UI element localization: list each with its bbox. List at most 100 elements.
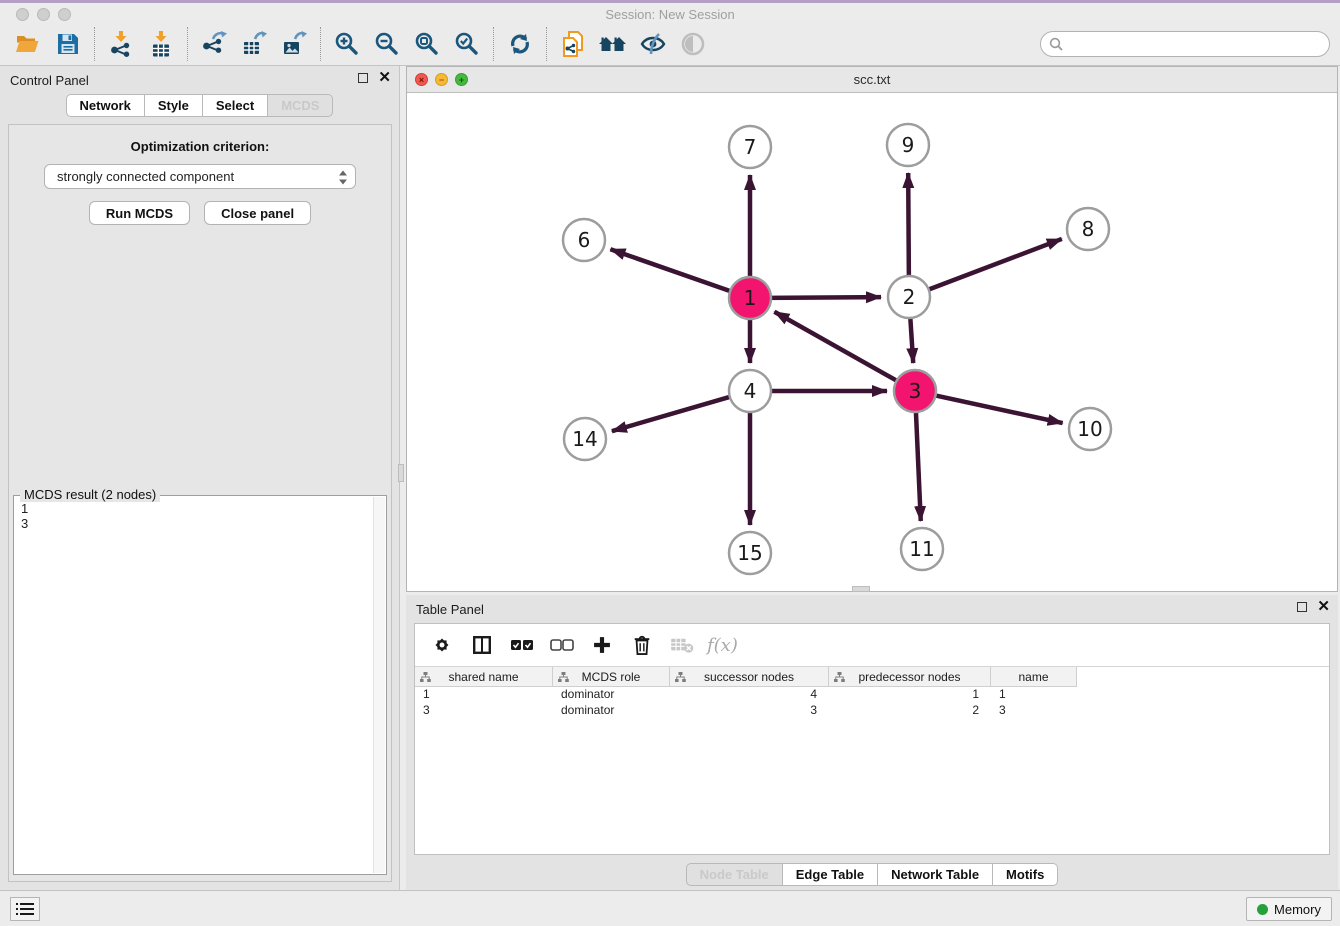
graph-node-7[interactable]: 7 — [729, 126, 771, 168]
graph-node-10[interactable]: 10 — [1069, 408, 1111, 450]
function-builder-icon[interactable]: f(x) — [707, 635, 738, 656]
tab-network[interactable]: Network — [66, 94, 145, 117]
delete-table-button[interactable] — [667, 630, 697, 660]
export-image-button[interactable] — [274, 26, 314, 62]
graph-edge-1-2[interactable] — [769, 297, 881, 298]
graph-edge-3-10[interactable] — [934, 395, 1063, 423]
network-window-titlebar: × − + scc.txt — [407, 67, 1337, 93]
graph-node-9[interactable]: 9 — [887, 124, 929, 166]
dropdown-selected-value: strongly connected component — [57, 169, 234, 184]
show-graphics-details-button[interactable] — [673, 26, 713, 62]
svg-text:7: 7 — [744, 135, 757, 159]
eye-slash-icon — [639, 32, 667, 56]
tree-icon — [675, 672, 686, 683]
task-history-button[interactable] — [10, 897, 40, 921]
table-cell: 3 — [415, 703, 553, 719]
run-mcds-button[interactable]: Run MCDS — [89, 201, 190, 225]
column-header-name[interactable]: name — [991, 667, 1077, 687]
table-panel-title: Table Panel — [416, 602, 484, 617]
eye-disabled-icon — [680, 31, 706, 57]
tab-node-table[interactable]: Node Table — [686, 863, 783, 886]
graph-edge-3-1[interactable] — [774, 312, 898, 382]
trash-icon — [632, 634, 652, 656]
graph-edge-2-8[interactable] — [927, 239, 1062, 290]
apply-layout-button[interactable] — [500, 26, 540, 62]
column-header-predecessor-nodes[interactable]: predecessor nodes — [829, 667, 991, 687]
dropdown-stepper-icon — [338, 170, 348, 185]
table-cell: 3 — [991, 703, 1077, 719]
zoom-out-button[interactable] — [367, 26, 407, 62]
graph-edge-3-11[interactable] — [916, 410, 921, 521]
vertical-splitter-grip[interactable] — [398, 464, 404, 482]
import-table-button[interactable] — [141, 26, 181, 62]
float-table-panel-icon[interactable] — [1297, 602, 1307, 612]
show-columns-button[interactable] — [467, 630, 497, 660]
result-scrollbar[interactable] — [373, 497, 385, 873]
import-network-button[interactable] — [101, 26, 141, 62]
close-panel-button[interactable]: Close panel — [204, 201, 311, 225]
graph-node-15[interactable]: 15 — [729, 532, 771, 574]
svg-text:6: 6 — [578, 228, 591, 252]
zoom-selected-button[interactable] — [447, 26, 487, 62]
control-panel-tabs: Network Style Select MCDS — [0, 94, 399, 117]
graph-node-11[interactable]: 11 — [901, 528, 943, 570]
table-row[interactable]: 1dominator411 — [415, 687, 1329, 703]
search-box — [1040, 31, 1330, 57]
deselect-all-button[interactable] — [547, 630, 577, 660]
export-network-button[interactable] — [194, 26, 234, 62]
network-canvas[interactable]: 1 2 3 4 6 7 8 9 10 11 14 15 — [407, 93, 1337, 591]
graph-node-14[interactable]: 14 — [564, 418, 606, 460]
graph-edge-2-9[interactable] — [908, 173, 909, 278]
network-graph: 1 2 3 4 6 7 8 9 10 11 14 15 — [407, 93, 1337, 591]
export-table-button[interactable] — [234, 26, 274, 62]
memory-status-button[interactable]: Memory — [1246, 897, 1332, 921]
first-neighbors-button[interactable] — [593, 26, 633, 62]
tab-motifs[interactable]: Motifs — [993, 863, 1058, 886]
toolbar-separator — [94, 27, 95, 61]
tab-edge-table[interactable]: Edge Table — [783, 863, 878, 886]
window-title: Session: New Session — [0, 7, 1340, 22]
save-session-button[interactable] — [48, 26, 88, 62]
tab-mcds[interactable]: MCDS — [268, 94, 333, 117]
close-panel-icon[interactable]: ✕ — [378, 73, 391, 83]
window-titlebar: Session: New Session — [0, 0, 1340, 22]
close-table-panel-icon[interactable]: ✕ — [1317, 602, 1330, 612]
graph-node-8[interactable]: 8 — [1067, 208, 1109, 250]
hide-graphics-details-button[interactable] — [633, 26, 673, 62]
gear-icon — [431, 634, 453, 656]
columns-icon — [471, 634, 493, 656]
open-file-button[interactable] — [8, 26, 48, 62]
houses-icon — [598, 32, 628, 56]
toolbar-separator — [546, 27, 547, 61]
import-table-icon — [148, 31, 174, 57]
select-all-button[interactable] — [507, 630, 537, 660]
optimization-criterion-select[interactable]: strongly connected component — [44, 164, 356, 189]
graph-node-6[interactable]: 6 — [563, 219, 605, 261]
tab-select[interactable]: Select — [203, 94, 268, 117]
column-header-shared-name[interactable]: shared name — [415, 667, 553, 687]
search-input[interactable] — [1040, 31, 1330, 57]
table-settings-button[interactable] — [427, 630, 457, 660]
optimization-criterion-label: Optimization criterion: — [9, 139, 391, 154]
tab-network-table[interactable]: Network Table — [878, 863, 993, 886]
svg-text:9: 9 — [902, 133, 915, 157]
graph-node-2[interactable]: 2 — [888, 276, 930, 318]
duplicate-network-button[interactable] — [553, 26, 593, 62]
graph-node-1[interactable]: 1 — [729, 277, 771, 319]
graph-edge-2-3[interactable] — [910, 316, 913, 363]
tab-style[interactable]: Style — [145, 94, 203, 117]
column-header-successor-nodes[interactable]: successor nodes — [670, 667, 829, 687]
graph-node-4[interactable]: 4 — [729, 370, 771, 412]
control-panel-title: Control Panel — [10, 73, 89, 88]
graph-node-3[interactable]: 3 — [894, 370, 936, 412]
zoom-fit-button[interactable] — [407, 26, 447, 62]
float-panel-icon[interactable] — [358, 73, 368, 83]
column-header-mcds-role[interactable]: MCDS role — [553, 667, 670, 687]
table-row[interactable]: 3dominator323 — [415, 703, 1329, 719]
zoom-in-button[interactable] — [327, 26, 367, 62]
horizontal-splitter-grip[interactable] — [852, 586, 870, 592]
graph-edge-1-6[interactable] — [610, 249, 732, 291]
graph-edge-4-14[interactable] — [612, 396, 732, 431]
add-column-button[interactable] — [587, 630, 617, 660]
delete-column-button[interactable] — [627, 630, 657, 660]
